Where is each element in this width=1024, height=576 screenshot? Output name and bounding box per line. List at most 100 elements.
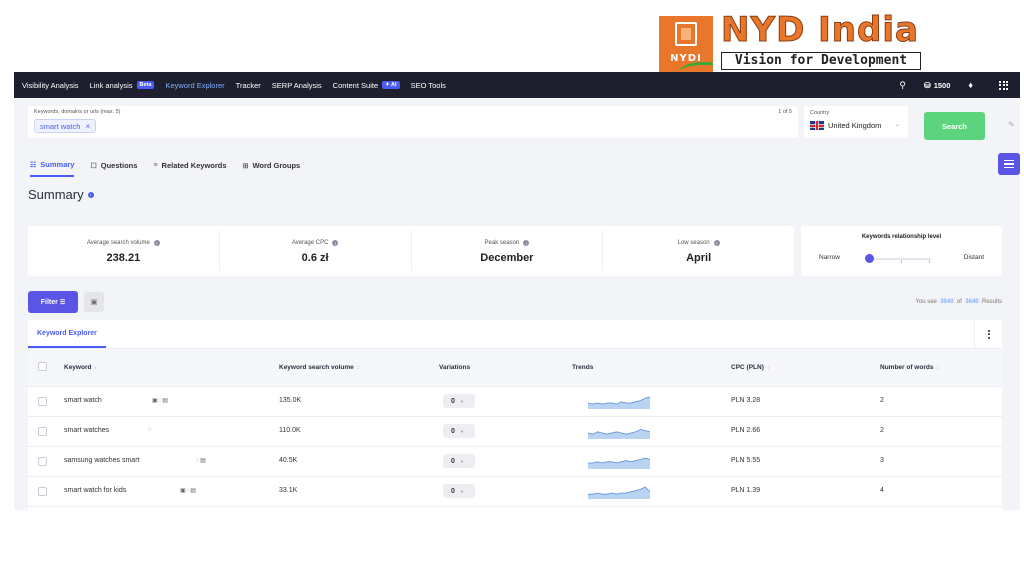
variations-dropdown[interactable]: 0 ▼: [443, 394, 475, 408]
tab-related-keywords[interactable]: ≡ Related Keywords: [153, 160, 226, 177]
column-header-label: Number of words: [880, 364, 934, 371]
tab-keyword-explorer[interactable]: Keyword Explorer: [28, 320, 106, 348]
tab-word-groups[interactable]: ⊞ Word Groups: [243, 160, 301, 177]
pin-icon[interactable]: ✎: [1008, 120, 1015, 129]
stat-peak-season: Peak season i December: [412, 231, 604, 271]
nav-item-keyword-explorer[interactable]: Keyword Explorer: [165, 81, 224, 90]
stat-label-text: Peak season: [484, 240, 520, 246]
keyword-chip[interactable]: smart watch ×: [34, 119, 97, 133]
variations-dropdown[interactable]: 0 ▼: [443, 454, 475, 468]
slider-tick: [929, 260, 930, 263]
table-row[interactable]: smart watches ◌ 110.0K 0 ▼ PLN 2.66 2: [28, 417, 1002, 447]
search-button[interactable]: Search: [924, 112, 985, 140]
nav-item-tracker[interactable]: Tracker: [236, 81, 261, 90]
save-button[interactable]: ▣: [84, 292, 104, 312]
info-icon[interactable]: i: [332, 240, 339, 246]
stat-value: 0.6 zł: [301, 252, 329, 264]
question-icon: ☐: [90, 162, 97, 170]
info-icon[interactable]: i: [713, 240, 720, 246]
variations-value: 0: [451, 427, 455, 435]
relationship-slider-handle[interactable]: [865, 254, 874, 263]
variations-dropdown[interactable]: 0 ▼: [443, 484, 475, 498]
nav-item-label: Keyword Explorer: [165, 80, 225, 90]
row-checkbox[interactable]: [38, 457, 47, 466]
trend-sparkline: [588, 486, 650, 499]
sort-icon[interactable]: ↕: [936, 365, 939, 371]
column-header-label: CPC (PLN): [731, 364, 764, 371]
column-header-number-of-words[interactable]: Number of words ↕: [880, 364, 939, 371]
filter-icon: ☰: [59, 299, 66, 306]
building-icon: [675, 22, 697, 46]
app-window: Visibility Analysis Link analysis Beta Keyw…: [14, 72, 1020, 510]
column-header-keyword[interactable]: Keyword ↕: [64, 364, 97, 371]
search-icon[interactable]: ⚲: [899, 80, 906, 91]
trend-sparkline: [588, 428, 650, 439]
nav-item-label: SERP Analysis: [271, 80, 322, 90]
more-options-icon[interactable]: [974, 320, 1002, 348]
tab-label: Word Groups: [252, 161, 301, 170]
results-suffix: Results: [981, 299, 1002, 305]
stat-label-text: Average search volume: [86, 240, 150, 246]
country-select[interactable]: Country United Kingdom ⌄: [804, 106, 908, 138]
close-icon[interactable]: ×: [85, 122, 90, 131]
variations-value: 0: [451, 457, 455, 465]
sort-icon[interactable]: ↕: [357, 365, 360, 371]
nav-item-link-analysis[interactable]: Link analysis Beta: [90, 81, 155, 90]
filter-label: Filter: [40, 298, 58, 306]
keyword-table-card: Keyword Explorer Keyword ↕ Keyword search …: [28, 320, 1002, 510]
nav-item-visibility-analysis[interactable]: Visibility Analysis: [22, 81, 79, 90]
keyword-cell[interactable]: smart watch for kids: [64, 487, 126, 494]
info-icon[interactable]: i: [153, 240, 160, 246]
nav-item-content-suite[interactable]: Content Suite ✦ AI: [333, 81, 400, 90]
word-count-cell: 2: [880, 427, 884, 434]
credits-counter[interactable]: ⛁ 1500: [924, 81, 950, 90]
variations-dropdown[interactable]: 0 ▼: [443, 424, 475, 438]
tab-summary[interactable]: ☷ Summary: [30, 160, 75, 177]
page: NYDI NYD India Vision for Development Vi…: [0, 0, 1024, 576]
column-header-keyword-search-volume[interactable]: Keyword search volume ↕: [279, 364, 359, 371]
relationship-slider-track[interactable]: [869, 258, 931, 260]
table-row[interactable]: smart watch for kids ▣◌▤ 33.1K 0 ▼ PLN 1.39 4: [28, 477, 1002, 507]
stat-label: Low season i: [678, 240, 720, 246]
side-menu-button[interactable]: [998, 153, 1020, 175]
column-header-label: Keyword: [64, 364, 92, 371]
info-icon[interactable]: i: [523, 240, 530, 246]
table-row[interactable]: samsung watches smart ◌▤ 40.5K 0 ▼ PLN 5.55 3: [28, 447, 1002, 477]
select-all-checkbox[interactable]: [38, 362, 47, 371]
nav-badge: Beta: [136, 81, 155, 89]
keyword-cell[interactable]: samsung watches smart: [64, 457, 139, 464]
volume-cell: 110.0K: [279, 427, 301, 434]
keyword-cell[interactable]: smart watch: [64, 397, 102, 404]
nav-item-seo-tools[interactable]: SEO Tools: [411, 81, 446, 90]
filter-button[interactable]: Filter ☰: [28, 291, 78, 313]
trend-area: [588, 429, 650, 439]
bell-icon[interactable]: ♦: [968, 80, 973, 90]
sort-icon[interactable]: ↕: [767, 365, 770, 371]
nav-item-serp-analysis[interactable]: SERP Analysis: [272, 81, 322, 90]
summary-icon: ☷: [30, 161, 37, 169]
tab-questions[interactable]: ☐ Questions: [90, 160, 137, 177]
nav-item-label: Content Suite: [332, 80, 379, 90]
results-prefix: You see: [915, 299, 937, 305]
info-icon[interactable]: i: [87, 191, 94, 198]
column-header-label: Variations: [439, 364, 471, 371]
credits-value: 1500: [933, 80, 951, 90]
page-title: Summary i: [28, 187, 94, 202]
keyword-cell[interactable]: smart watches: [64, 427, 109, 434]
row-checkbox[interactable]: [38, 487, 47, 496]
table-row[interactable]: smart watch ▣◌▤ 135.0K 0 ▼ PLN 3.28 2: [28, 387, 1002, 417]
stat-average-search-volume: Average search volume i 238.21: [28, 231, 220, 271]
row-checkbox[interactable]: [38, 427, 47, 436]
stat-average-cpc: Average CPC i 0.6 zł: [220, 231, 412, 271]
keyword-chip-label: smart watch: [40, 121, 81, 131]
row-checkbox[interactable]: [38, 397, 47, 406]
column-header-cpc-pln[interactable]: CPC (PLN) ↕: [731, 364, 769, 371]
apps-grid-icon[interactable]: [999, 80, 1008, 90]
keyword-search-field[interactable]: Keywords, domains or urls (max. 5) 1 of …: [28, 106, 798, 138]
sort-icon[interactable]: ↕: [94, 365, 97, 371]
related-icon: ≡: [153, 162, 158, 169]
country-label: Country: [810, 110, 830, 116]
serp-feature-icons: ▣◌▤: [180, 488, 197, 494]
trend-area: [588, 458, 650, 469]
uk-flag-icon: [810, 121, 824, 130]
